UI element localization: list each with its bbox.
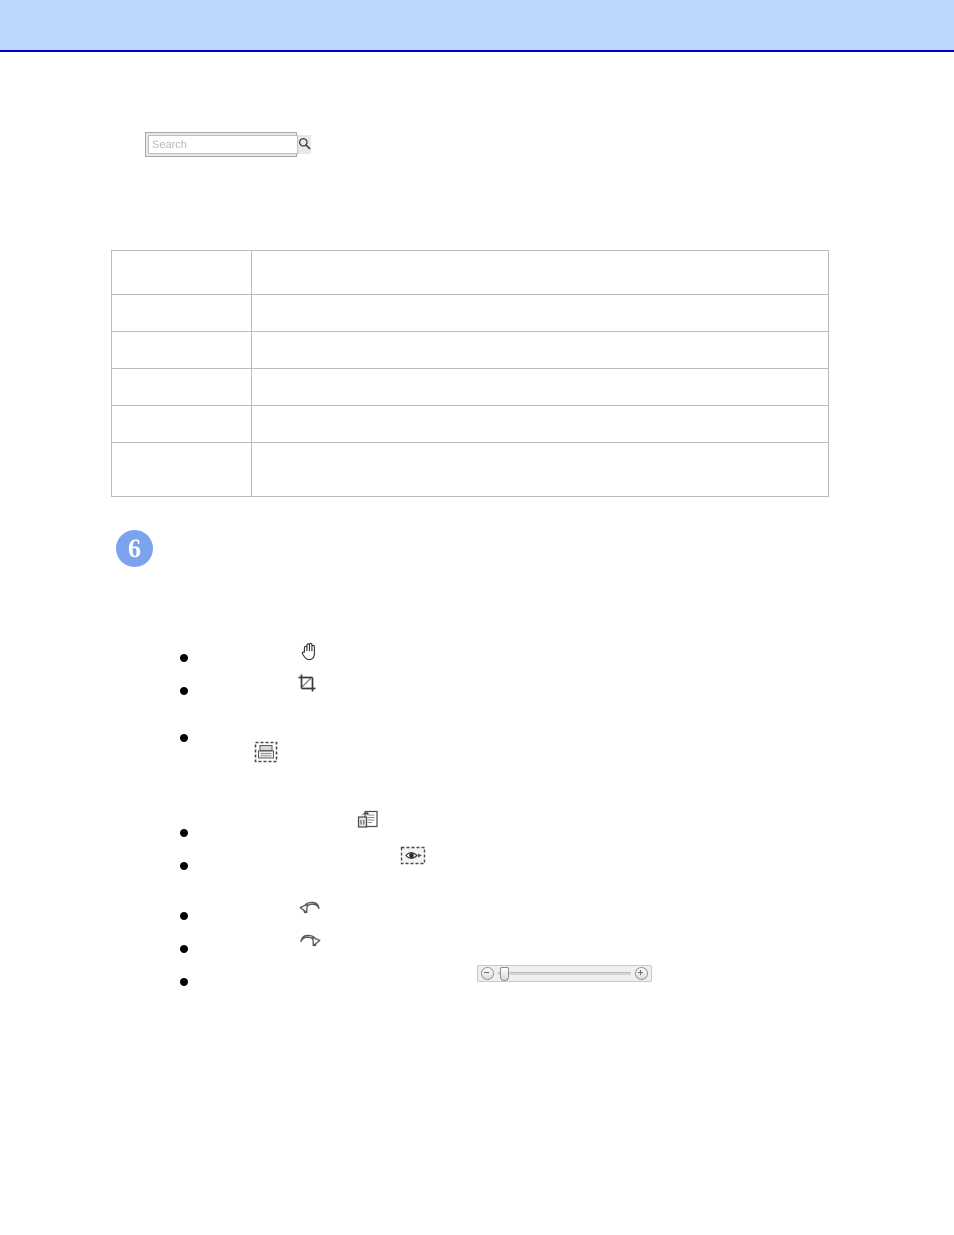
search-input[interactable] (148, 135, 298, 154)
bullet-marker (180, 687, 188, 695)
table-row (111, 368, 829, 406)
bullet-marker (180, 978, 188, 986)
bullet-marker (180, 912, 188, 920)
table-row (111, 405, 829, 443)
table-cell-label (111, 405, 252, 443)
hand-pan-icon[interactable] (299, 640, 321, 667)
search-icon (298, 137, 311, 153)
search-widget (145, 132, 311, 157)
list-item (180, 649, 200, 662)
redo-icon[interactable] (298, 931, 322, 956)
table-row (111, 442, 829, 497)
table-cell-description (251, 331, 829, 369)
scan-area-icon[interactable] (254, 740, 278, 769)
table-cell-label (111, 368, 252, 406)
zoom-slider-thumb[interactable] (500, 967, 509, 981)
table-row (111, 331, 829, 369)
table-cell-description (251, 368, 829, 406)
zoom-slider-track[interactable] (498, 967, 631, 981)
table-cell-description (251, 250, 829, 295)
list-item (180, 682, 200, 695)
undo-icon[interactable] (298, 898, 322, 923)
page-header-band (0, 0, 954, 52)
list-item (180, 857, 200, 870)
bullet-marker (180, 829, 188, 837)
list-item (180, 973, 200, 986)
table-row (111, 250, 829, 295)
step-number-badge: 6 (116, 530, 153, 567)
table-cell-label (111, 250, 252, 295)
zoom-out-button[interactable] (481, 967, 494, 980)
table-cell-description (251, 442, 829, 497)
zoom-in-button[interactable] (635, 967, 648, 980)
bullet-marker (180, 945, 188, 953)
list-item (180, 729, 200, 742)
bullet-marker (180, 654, 188, 662)
zoom-slider[interactable] (477, 965, 652, 982)
table-row (111, 294, 829, 332)
list-item (180, 824, 200, 837)
table-cell-label (111, 442, 252, 497)
preview-eye-icon[interactable] (400, 846, 426, 871)
spec-table (111, 250, 829, 497)
search-button[interactable] (298, 135, 311, 154)
table-cell-label (111, 331, 252, 369)
table-cell-description (251, 294, 829, 332)
bullet-marker (180, 862, 188, 870)
list-item (180, 940, 200, 953)
document-export-icon[interactable] (357, 810, 379, 837)
bullet-marker (180, 734, 188, 742)
table-cell-description (251, 405, 829, 443)
crop-icon[interactable] (296, 672, 318, 699)
table-cell-label (111, 294, 252, 332)
list-item (180, 907, 200, 920)
